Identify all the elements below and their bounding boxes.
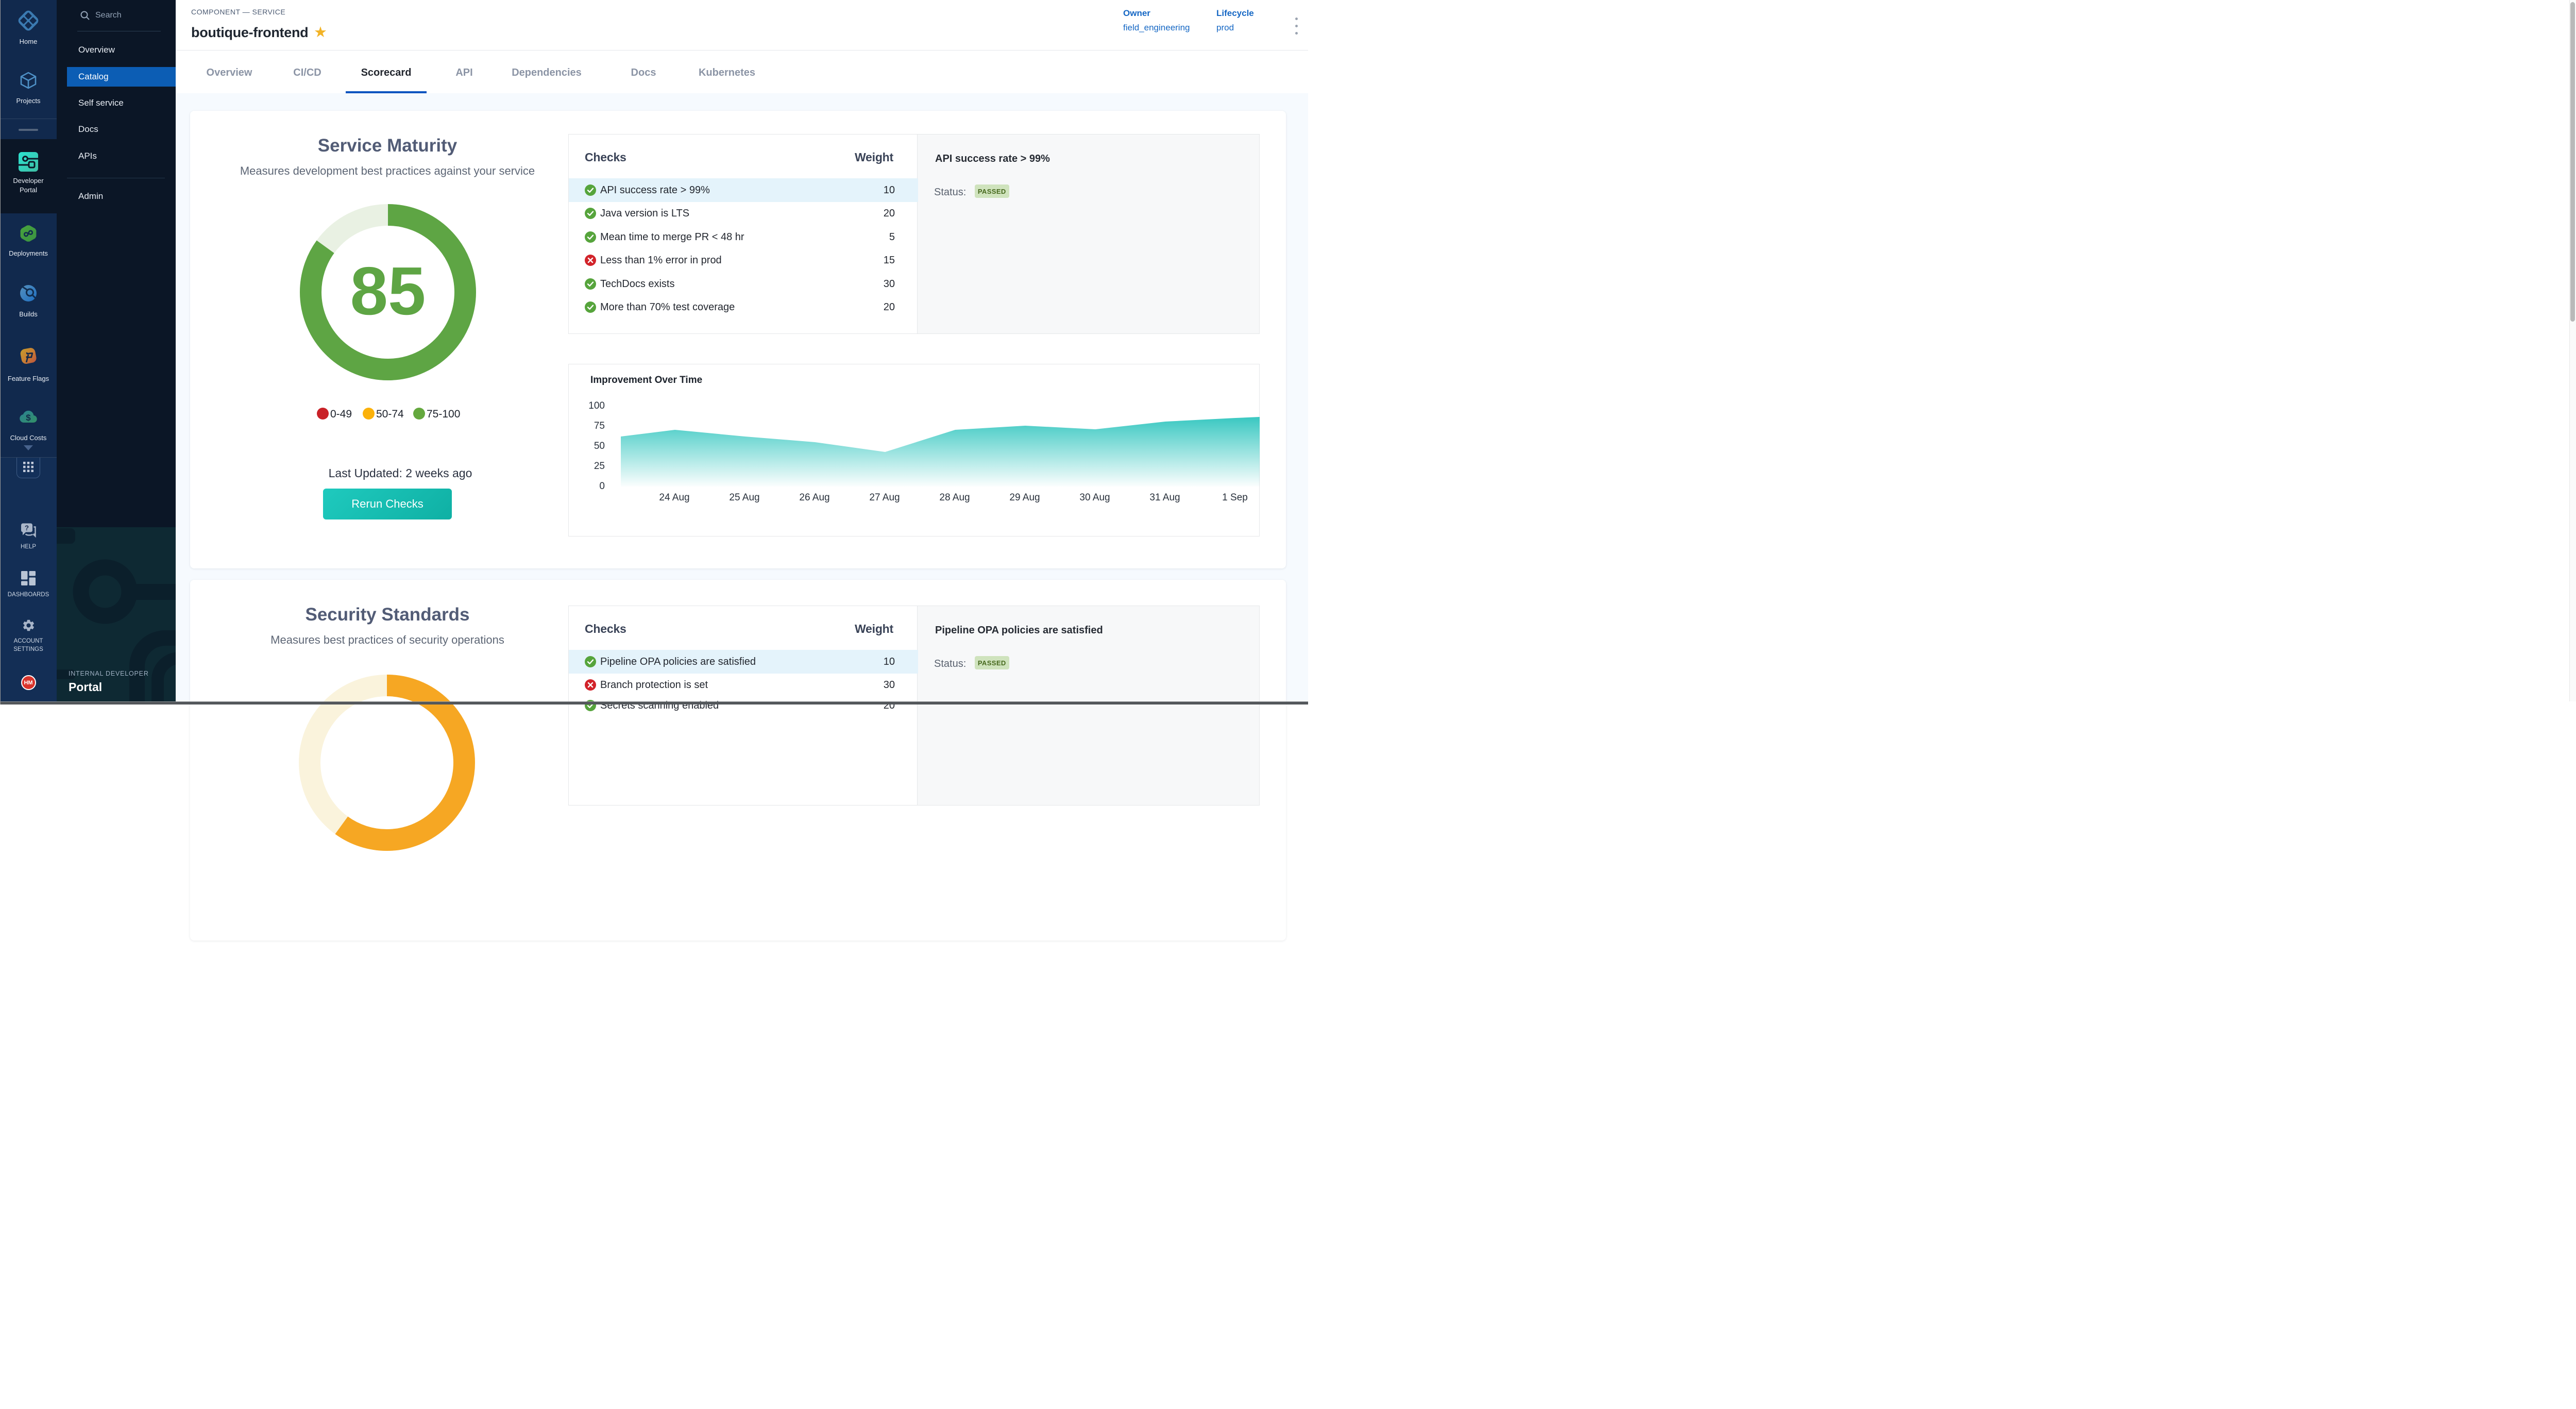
svg-text:$: $ (26, 413, 31, 423)
svg-text:?: ? (24, 524, 28, 532)
svg-text:85: 85 (350, 253, 426, 329)
